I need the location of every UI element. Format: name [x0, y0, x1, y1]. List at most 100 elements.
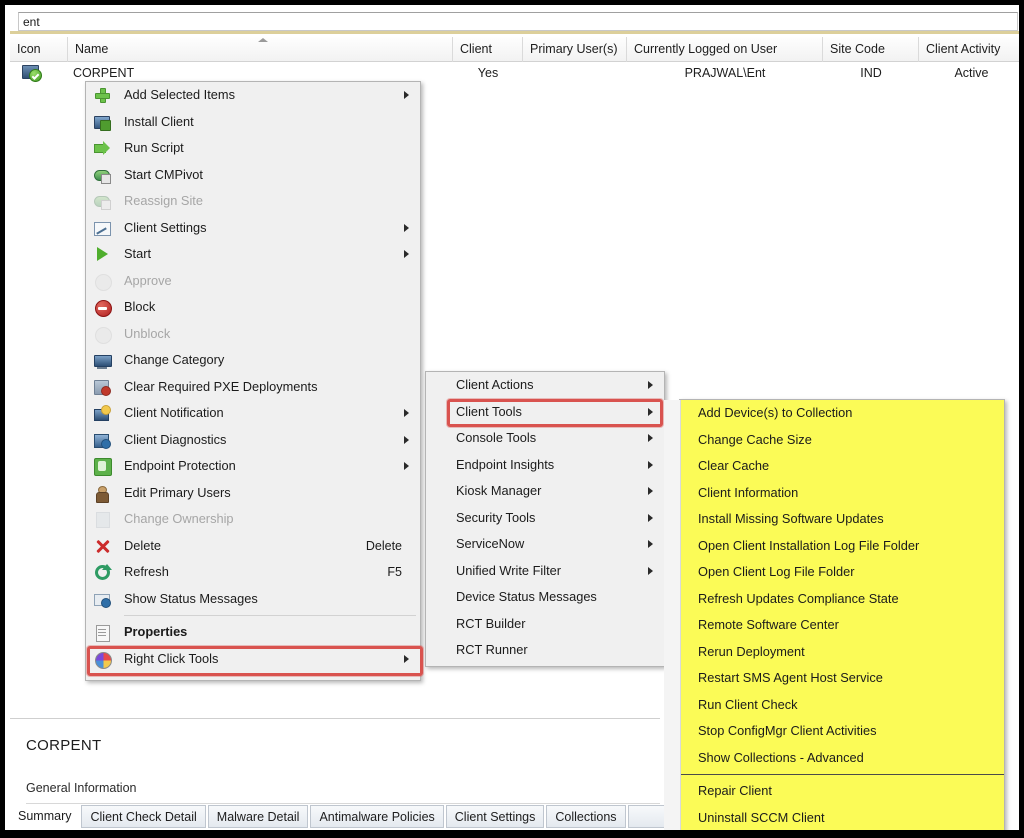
- menu-item-label: Refresh Updates Compliance State: [698, 590, 899, 606]
- context-menu[interactable]: Add Selected Items Install Client Run Sc…: [85, 81, 421, 681]
- submenu-item-show-collections-advanced[interactable]: Show Collections - Advanced: [680, 745, 1004, 772]
- tab-client-check-detail[interactable]: Client Check Detail: [81, 805, 206, 828]
- submenu-item-device-status-messages[interactable]: Device Status Messages: [426, 584, 664, 611]
- cmpivot-icon: [94, 167, 111, 184]
- column-header-client[interactable]: Client: [453, 37, 523, 62]
- menu-item-label: Change Cache Size: [698, 431, 812, 447]
- menu-item-label: ServiceNow: [456, 536, 525, 551]
- submenu-right-click-tools[interactable]: Client Actions Client Tools Console Tool…: [425, 371, 665, 667]
- submenu-item-install-missing-software-updates[interactable]: Install Missing Software Updates: [680, 506, 1004, 533]
- tab-client-settings[interactable]: Client Settings: [445, 805, 545, 828]
- menu-item-delete[interactable]: Delete Delete: [86, 533, 420, 560]
- submenu-item-rerun-deployment[interactable]: Rerun Deployment: [680, 639, 1004, 666]
- menu-item-label: Refresh: [124, 564, 169, 579]
- submenu-item-client-tools[interactable]: Client Tools: [426, 399, 664, 426]
- submenu-item-add-devices-to-collection[interactable]: Add Device(s) to Collection: [680, 400, 1004, 427]
- menu-item-label: Endpoint Protection: [124, 458, 236, 473]
- approve-icon: [94, 273, 112, 291]
- menu-item-start-cmpivot[interactable]: Start CMPivot: [86, 162, 420, 189]
- menu-item-properties[interactable]: Properties: [86, 619, 420, 646]
- column-header-site-code[interactable]: Site Code: [823, 37, 919, 62]
- menu-item-label: Rerun Deployment: [698, 643, 805, 659]
- menu-item-start[interactable]: Start: [86, 241, 420, 268]
- menu-item-label: Client Notification: [124, 405, 224, 420]
- submenu-item-run-client-check[interactable]: Run Client Check: [680, 692, 1004, 719]
- tab-summary[interactable]: Summary: [10, 805, 80, 828]
- menu-separator: [680, 774, 1004, 775]
- chevron-right-icon: [404, 409, 409, 418]
- submenu-item-uninstall-sccm-client[interactable]: Uninstall SCCM Client: [680, 805, 1004, 831]
- properties-icon: [94, 624, 111, 643]
- menu-item-label: Properties: [124, 624, 188, 639]
- cell-client: Yes: [477, 66, 499, 80]
- menu-item-add-selected-items[interactable]: Add Selected Items: [86, 82, 420, 109]
- chevron-right-icon: [404, 435, 409, 444]
- menu-item-label: Change Category: [124, 352, 225, 367]
- menu-item-label: Repair Client: [698, 783, 772, 798]
- submenu-item-unified-write-filter[interactable]: Unified Write Filter: [426, 558, 664, 585]
- menu-item-label: Unified Write Filter: [456, 562, 562, 578]
- submenu-item-endpoint-insights[interactable]: Endpoint Insights: [426, 452, 664, 479]
- submenu-item-client-actions[interactable]: Client Actions: [426, 372, 664, 399]
- menu-item-clear-required-pxe-deployments[interactable]: Clear Required PXE Deployments: [86, 374, 420, 401]
- menu-item-block[interactable]: Block: [86, 294, 420, 321]
- column-header-currently-logged-on-user[interactable]: Currently Logged on User: [627, 37, 823, 62]
- tab-malware-detail[interactable]: Malware Detail: [207, 805, 309, 828]
- submenu-item-security-tools[interactable]: Security Tools: [426, 505, 664, 532]
- change-ownership-icon: [94, 511, 111, 529]
- menu-item-edit-primary-users[interactable]: Edit Primary Users: [86, 480, 420, 507]
- menu-item-label: Add Device(s) to Collection: [698, 405, 853, 420]
- submenu-item-open-client-log-file-folder[interactable]: Open Client Log File Folder: [680, 559, 1004, 586]
- menu-item-show-status-messages[interactable]: Show Status Messages: [86, 586, 420, 613]
- menu-item-label: Open Client Installation Log File Folder: [698, 537, 920, 553]
- menu-item-install-client[interactable]: Install Client: [86, 109, 420, 136]
- menu-item-label: Reassign Site: [124, 193, 203, 208]
- submenu-item-clear-cache[interactable]: Clear Cache: [680, 453, 1004, 480]
- submenu-item-refresh-updates-compliance-state[interactable]: Refresh Updates Compliance State: [680, 586, 1004, 613]
- menu-item-client-diagnostics[interactable]: Client Diagnostics: [86, 427, 420, 454]
- change-category-icon: [94, 352, 112, 370]
- chevron-right-icon: [648, 434, 653, 443]
- search-input[interactable]: ent: [18, 12, 1018, 31]
- submenu-item-stop-configmgr-client-activities[interactable]: Stop ConfigMgr Client Activities: [680, 718, 1004, 745]
- submenu-item-restart-sms-agent-host-service[interactable]: Restart SMS Agent Host Service: [680, 665, 1004, 692]
- menu-item-change-category[interactable]: Change Category: [86, 347, 420, 374]
- menu-item-label: Device Status Messages: [456, 589, 597, 604]
- submenu-item-change-cache-size[interactable]: Change Cache Size: [680, 427, 1004, 454]
- search-bar: ent: [10, 10, 1019, 34]
- menu-item-run-script[interactable]: Run Script: [86, 135, 420, 162]
- menu-item-label: Client Tools: [456, 403, 522, 419]
- status-messages-icon: [94, 591, 111, 608]
- submenu-item-rct-builder[interactable]: RCT Builder: [426, 611, 664, 638]
- submenu-item-open-client-installation-log-file-folder[interactable]: Open Client Installation Log File Folder: [680, 533, 1004, 560]
- submenu-item-kiosk-manager[interactable]: Kiosk Manager: [426, 478, 664, 505]
- submenu-item-console-tools[interactable]: Console Tools: [426, 425, 664, 452]
- menu-item-reassign-site: Reassign Site: [86, 188, 420, 215]
- submenu-client-tools[interactable]: Add Device(s) to Collection Change Cache…: [664, 399, 1005, 831]
- menu-item-label: Endpoint Insights: [456, 456, 555, 472]
- menu-item-client-settings[interactable]: Client Settings: [86, 215, 420, 242]
- tab-collections[interactable]: Collections: [546, 805, 626, 828]
- submenu-item-servicenow[interactable]: ServiceNow: [426, 531, 664, 558]
- submenu-item-client-information[interactable]: Client Information: [680, 480, 1004, 507]
- play-icon: [94, 246, 111, 263]
- green-plus-icon: [94, 87, 111, 104]
- submenu-item-rct-runner[interactable]: RCT Runner: [426, 637, 664, 664]
- menu-item-label: Unblock: [124, 325, 171, 341]
- submenu-item-repair-client[interactable]: Repair Client: [680, 778, 1004, 805]
- column-header-icon[interactable]: Icon: [10, 37, 68, 62]
- column-header-client-activity[interactable]: Client Activity: [919, 37, 1019, 62]
- menu-item-change-ownership: Change Ownership: [86, 506, 420, 533]
- menu-item-label: Stop ConfigMgr Client Activities: [698, 723, 877, 738]
- menu-item-label: Clear Required PXE Deployments: [124, 378, 318, 394]
- menu-item-right-click-tools[interactable]: Right Click Tools: [86, 646, 420, 673]
- menu-item-endpoint-protection[interactable]: Endpoint Protection: [86, 453, 420, 480]
- menu-item-refresh[interactable]: Refresh F5: [86, 559, 420, 586]
- menu-item-label: Security Tools: [456, 509, 536, 525]
- menu-item-label: Change Ownership: [124, 511, 234, 526]
- tab-antimalware-policies[interactable]: Antimalware Policies: [310, 805, 444, 828]
- submenu-item-remote-software-center[interactable]: Remote Software Center: [680, 612, 1004, 639]
- column-header-primary-users[interactable]: Primary User(s): [523, 37, 627, 62]
- cell-site-code: IND: [860, 66, 882, 80]
- menu-item-client-notification[interactable]: Client Notification: [86, 400, 420, 427]
